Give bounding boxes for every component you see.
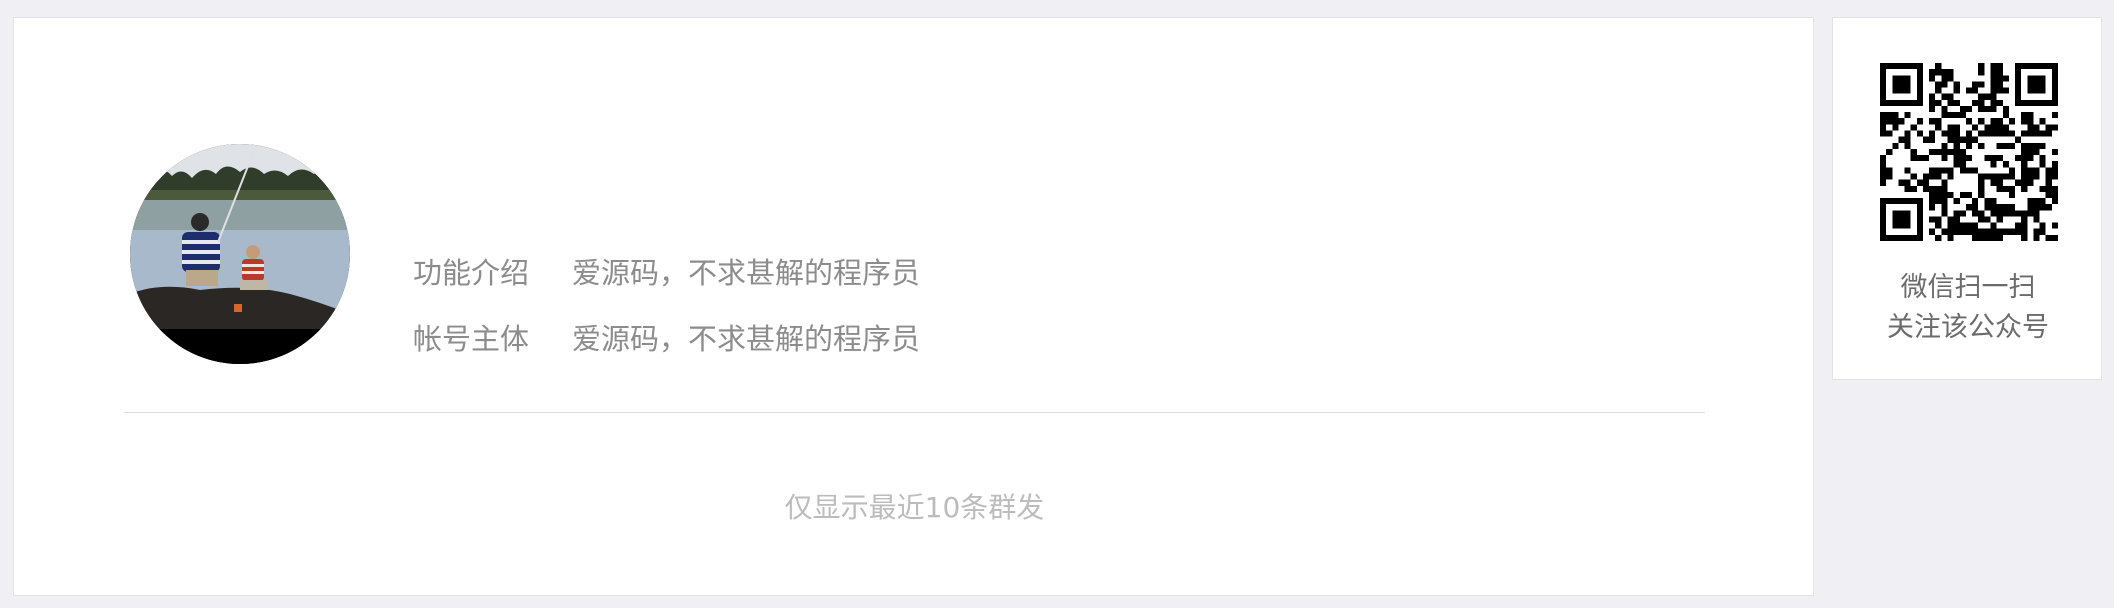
qr-caption-line2: 关注该公众号	[1887, 312, 2049, 343]
profile-info: 功能介绍 爱源码，不求甚解的程序员 帐号主体 爱源码，不求甚解的程序员	[413, 240, 920, 372]
intro-value: 爱源码，不求甚解的程序员	[572, 256, 921, 290]
intro-label: 功能介绍	[413, 256, 530, 290]
qr-card: 微信扫一扫 关注该公众号	[1832, 17, 2102, 380]
qr-caption: 微信扫一扫 关注该公众号	[1833, 268, 2103, 348]
qr-code-icon	[1880, 63, 2058, 241]
account-owner-label: 帐号主体	[413, 322, 530, 356]
qr-caption-line1: 微信扫一扫	[1900, 272, 2036, 303]
account-owner-row: 帐号主体 爱源码，不求甚解的程序员	[413, 306, 920, 372]
intro-row: 功能介绍 爱源码，不求甚解的程序员	[413, 240, 920, 306]
account-profile-card: 功能介绍 爱源码，不求甚解的程序员 帐号主体 爱源码，不求甚解的程序员 仅显示最近1…	[13, 17, 1814, 596]
avatar	[130, 144, 350, 364]
avatar-photo	[130, 144, 350, 364]
account-owner-value: 爱源码，不求甚解的程序员	[572, 322, 921, 356]
recent-posts-notice: 仅显示最近10条群发	[784, 491, 1045, 524]
divider	[124, 412, 1705, 413]
